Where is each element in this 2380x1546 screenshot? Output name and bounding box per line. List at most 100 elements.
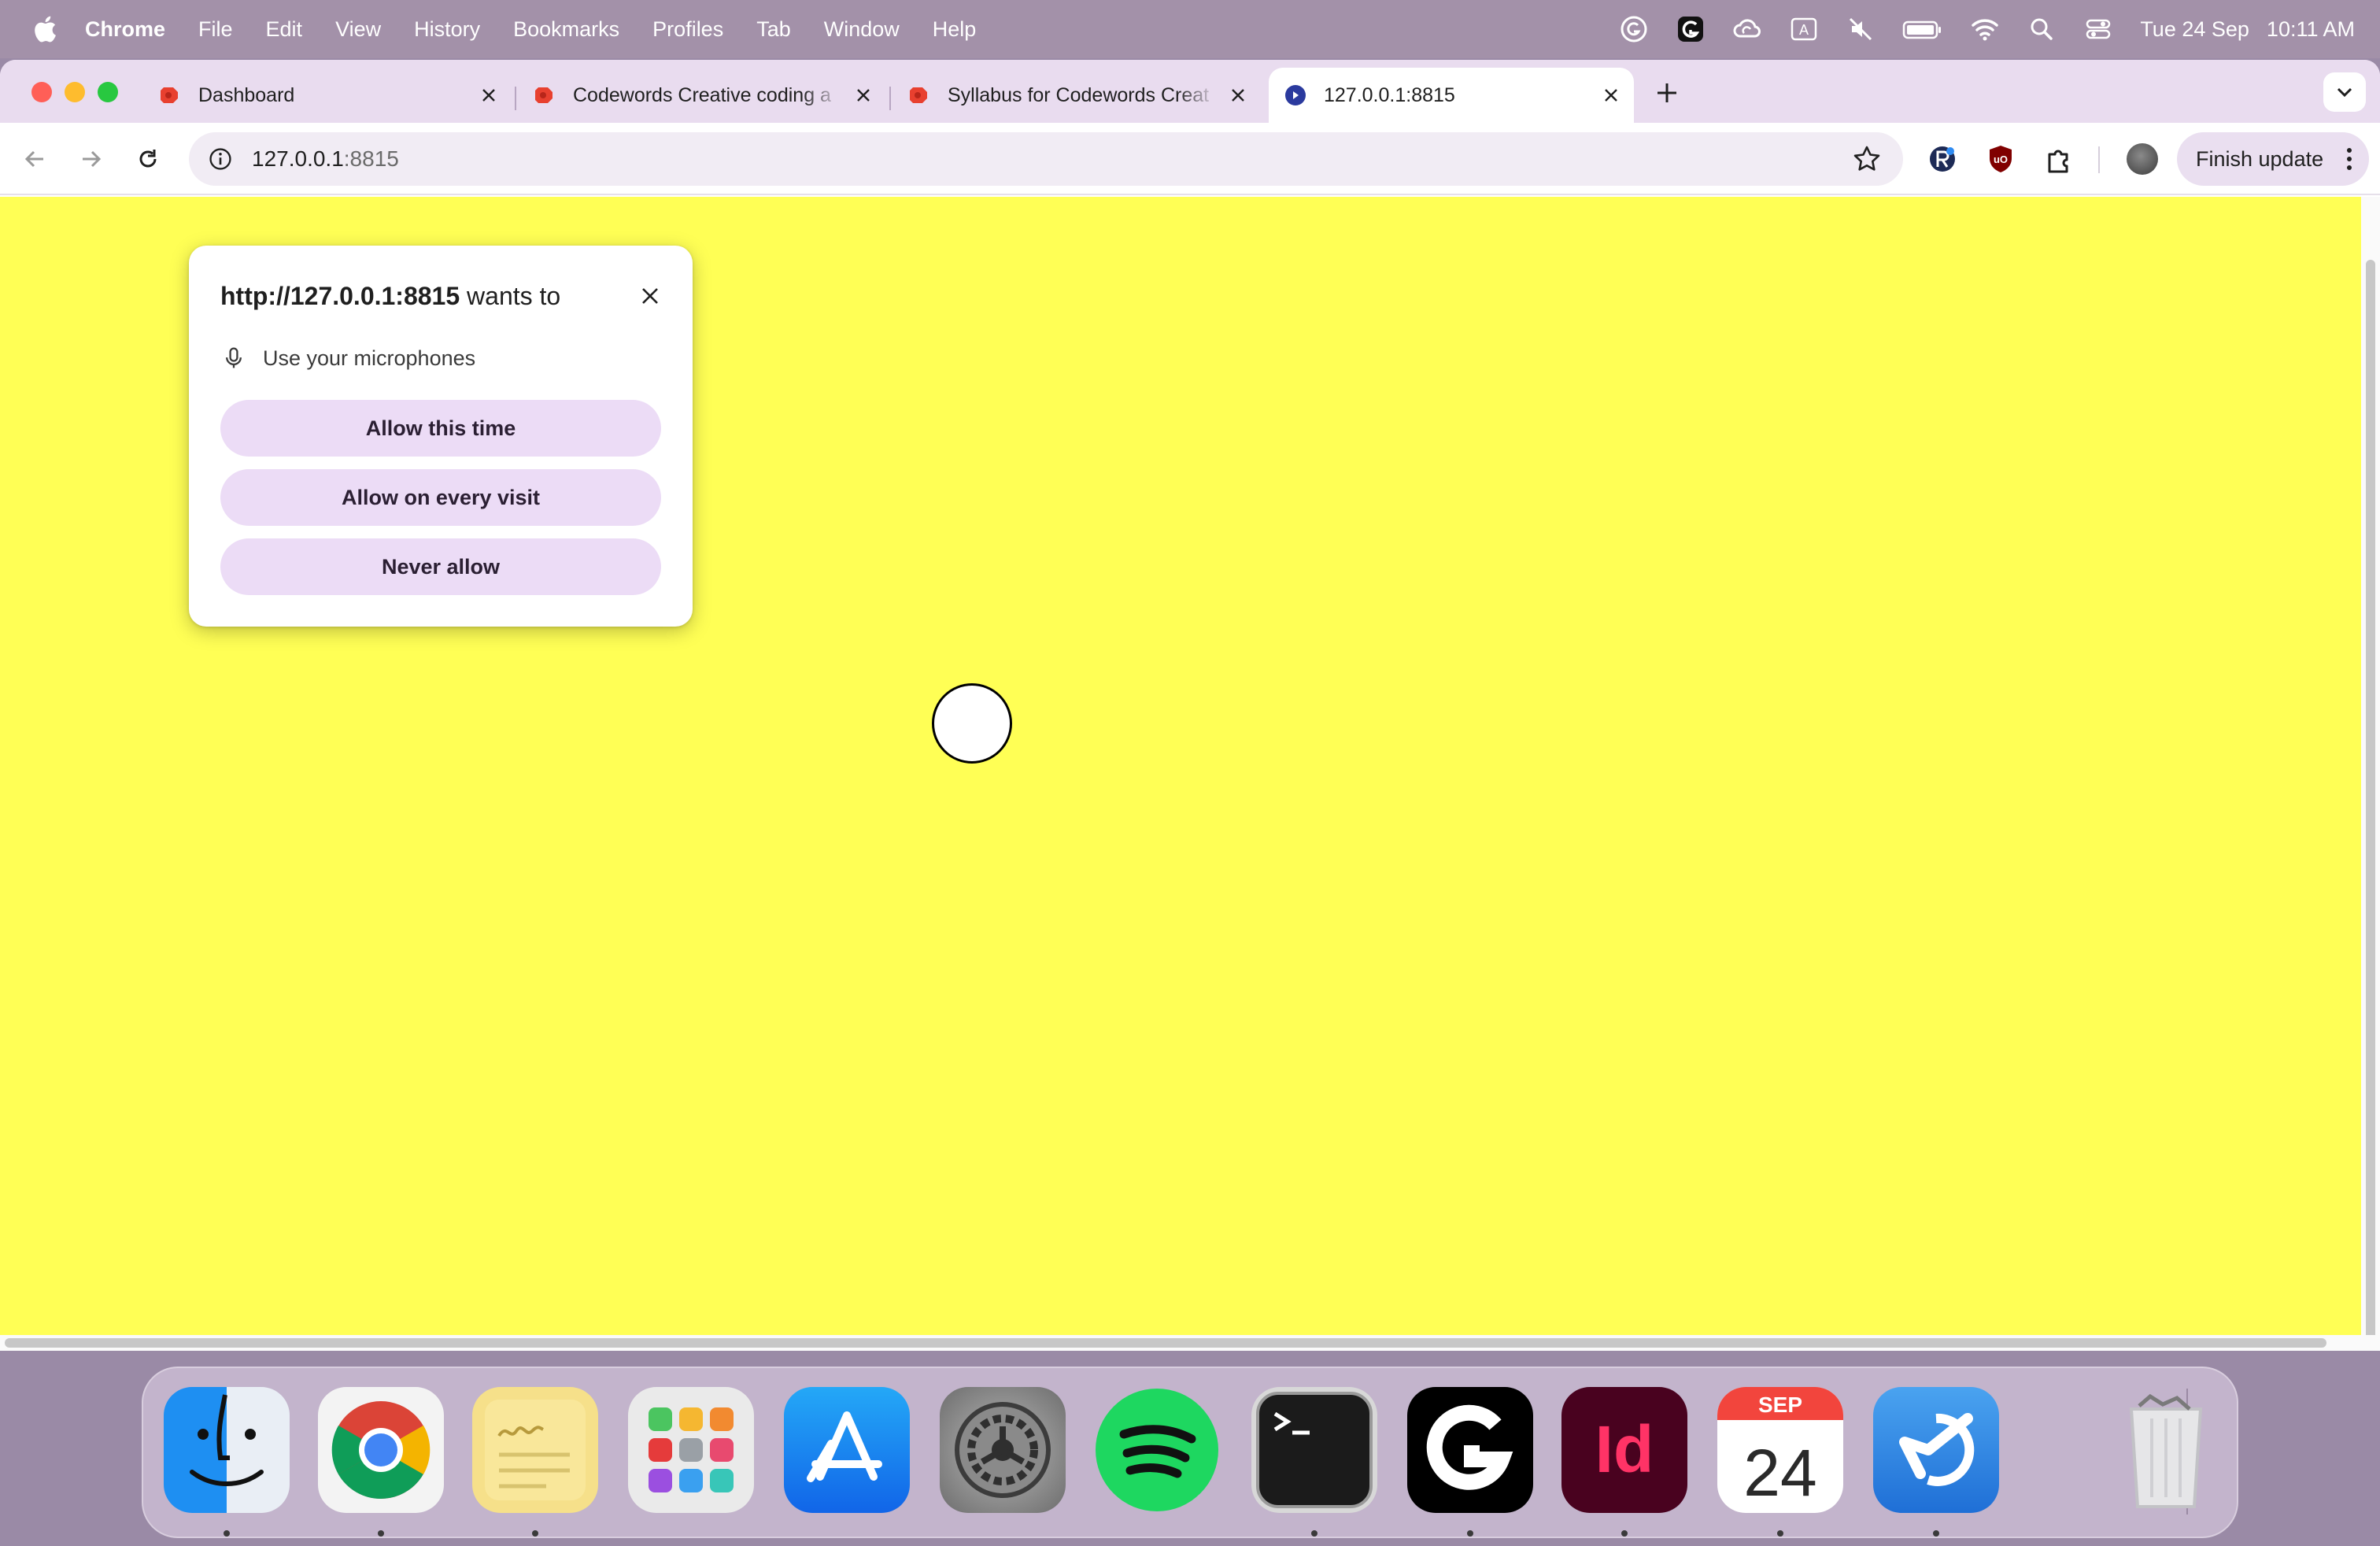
scroll-thumb[interactable] — [2366, 260, 2375, 1351]
vertical-scrollbar[interactable] — [2361, 197, 2380, 1351]
menu-tab[interactable]: Tab — [756, 17, 791, 42]
apple-icon[interactable] — [31, 13, 58, 45]
back-button[interactable] — [19, 143, 50, 175]
horizontal-scrollbar[interactable] — [0, 1335, 2380, 1351]
profile-avatar[interactable] — [2127, 143, 2158, 175]
spotify-icon[interactable] — [1094, 1387, 1220, 1513]
menubar-clock[interactable]: Tue 24 Sep 10:11 AM — [2140, 17, 2355, 42]
tab-syllabus[interactable]: Syllabus for Codewords Creat — [908, 68, 1250, 123]
menu-edit[interactable]: Edit — [266, 17, 303, 42]
menu-file[interactable]: File — [198, 17, 233, 42]
site-info-icon[interactable] — [206, 145, 235, 173]
svg-text:Id: Id — [1595, 1412, 1654, 1486]
white-circle — [932, 683, 1012, 764]
trash-icon[interactable] — [2103, 1387, 2229, 1513]
svg-text:uO: uO — [1994, 153, 2008, 165]
menubar-time: 10:11 AM — [2266, 17, 2355, 41]
close-tab-icon[interactable] — [1226, 83, 1250, 107]
menu-chrome[interactable]: Chrome — [85, 17, 165, 42]
red-app-favicon — [161, 87, 178, 103]
close-window-button[interactable] — [31, 82, 52, 102]
menu-profiles[interactable]: Profiles — [652, 17, 723, 42]
new-tab-button[interactable] — [1651, 77, 1683, 109]
launchpad-icon[interactable] — [628, 1387, 754, 1513]
scroll-thumb[interactable] — [5, 1338, 2326, 1348]
zoom-window-button[interactable] — [98, 82, 118, 102]
svg-text:24: 24 — [1743, 1436, 1816, 1510]
tab-separator — [889, 87, 891, 110]
address-bar[interactable]: 127.0.0.1:8815 — [189, 132, 1903, 186]
menu-view[interactable]: View — [335, 17, 381, 42]
finder-icon[interactable] — [164, 1387, 290, 1513]
extension-r-icon[interactable] — [1925, 142, 1960, 176]
tab-separator — [515, 87, 516, 110]
chrome-icon[interactable] — [318, 1387, 444, 1513]
never-allow-button[interactable]: Never allow — [220, 538, 661, 595]
blue-circle-favicon — [1285, 85, 1306, 105]
forward-button[interactable] — [76, 143, 107, 175]
menu-help[interactable]: Help — [933, 17, 977, 42]
toolbar-separator — [2098, 146, 2100, 173]
close-tab-icon[interactable] — [1599, 83, 1623, 107]
permission-label: Use your microphones — [263, 346, 476, 370]
grammarly-icon[interactable] — [1619, 14, 1649, 44]
logitech-g-hub-icon[interactable] — [1407, 1387, 1533, 1513]
window-controls — [31, 82, 118, 102]
running-indicator — [378, 1530, 384, 1537]
logitech-g-icon[interactable] — [1676, 14, 1706, 44]
tab-codewords[interactable]: Codewords Creative coding a — [534, 68, 875, 123]
code-editor-icon[interactable] — [1873, 1387, 1999, 1513]
tab-title: 127.0.0.1:8815 — [1324, 83, 1455, 106]
allow-every-visit-button[interactable]: Allow on every visit — [220, 469, 661, 526]
calendar-icon[interactable]: SEP 24 — [1717, 1387, 1843, 1513]
running-indicator — [532, 1530, 538, 1537]
mute-icon[interactable] — [1846, 14, 1876, 44]
menu-bookmarks[interactable]: Bookmarks — [513, 17, 619, 42]
ublock-origin-icon[interactable]: uO — [1983, 142, 2018, 176]
more-vert-icon — [2347, 148, 2352, 170]
input-source-icon[interactable]: A — [1789, 14, 1819, 44]
app-store-icon[interactable] — [784, 1387, 910, 1513]
system-settings-icon[interactable] — [940, 1387, 1066, 1513]
menu-bar: Chrome File Edit View History Bookmarks … — [0, 0, 2380, 58]
menu-history[interactable]: History — [414, 17, 480, 42]
close-icon — [642, 288, 658, 304]
finish-update-label: Finish update — [2196, 146, 2324, 171]
tab-strip: Dashboard Codewords Creative coding a Sy… — [0, 60, 2380, 123]
running-indicator — [1933, 1530, 1939, 1537]
svg-text:A: A — [1799, 22, 1809, 38]
indesign-icon[interactable]: Id — [1561, 1387, 1687, 1513]
spotlight-search-icon[interactable] — [2027, 14, 2057, 44]
bookmark-star-icon[interactable] — [1853, 145, 1881, 173]
close-popup-button[interactable] — [636, 282, 664, 310]
tab-title: Syllabus for Codewords Creat — [948, 83, 1210, 106]
wifi-icon[interactable] — [1970, 14, 2000, 44]
extensions-puzzle-icon[interactable] — [2042, 142, 2076, 176]
close-tab-icon[interactable] — [852, 83, 875, 107]
menu-window[interactable]: Window — [824, 17, 900, 42]
url-text[interactable]: 127.0.0.1:8815 — [252, 146, 399, 172]
creative-cloud-icon[interactable] — [1732, 14, 1762, 44]
microphone-permission-popup: http://127.0.0.1:8815 wants to Use your … — [189, 246, 693, 627]
battery-icon[interactable] — [1902, 14, 1943, 44]
stickies-icon[interactable] — [472, 1387, 598, 1513]
status-area: A Tue 24 Sep 10:11 AM — [1619, 0, 2355, 58]
running-indicator — [1777, 1530, 1783, 1537]
tab-dashboard[interactable]: Dashboard — [154, 68, 501, 123]
tab-localhost[interactable]: 127.0.0.1:8815 — [1269, 68, 1634, 123]
allow-this-time-button[interactable]: Allow this time — [220, 400, 661, 457]
terminal-icon[interactable] — [1251, 1387, 1377, 1513]
reload-icon — [139, 150, 157, 168]
red-app-favicon — [910, 87, 927, 103]
popup-title: http://127.0.0.1:8815 wants to — [220, 282, 560, 311]
tab-search-button[interactable] — [2323, 72, 2366, 112]
control-center-icon[interactable] — [2083, 14, 2113, 44]
running-indicator — [1311, 1530, 1318, 1537]
popup-origin: http://127.0.0.1:8815 — [220, 282, 460, 310]
url-port: :8815 — [343, 146, 399, 171]
close-tab-icon[interactable] — [477, 83, 501, 107]
minimize-window-button[interactable] — [65, 82, 85, 102]
reload-button[interactable] — [132, 143, 164, 175]
finish-update-button[interactable]: Finish update — [2177, 132, 2369, 186]
popup-wants-to: wants to — [460, 282, 561, 310]
